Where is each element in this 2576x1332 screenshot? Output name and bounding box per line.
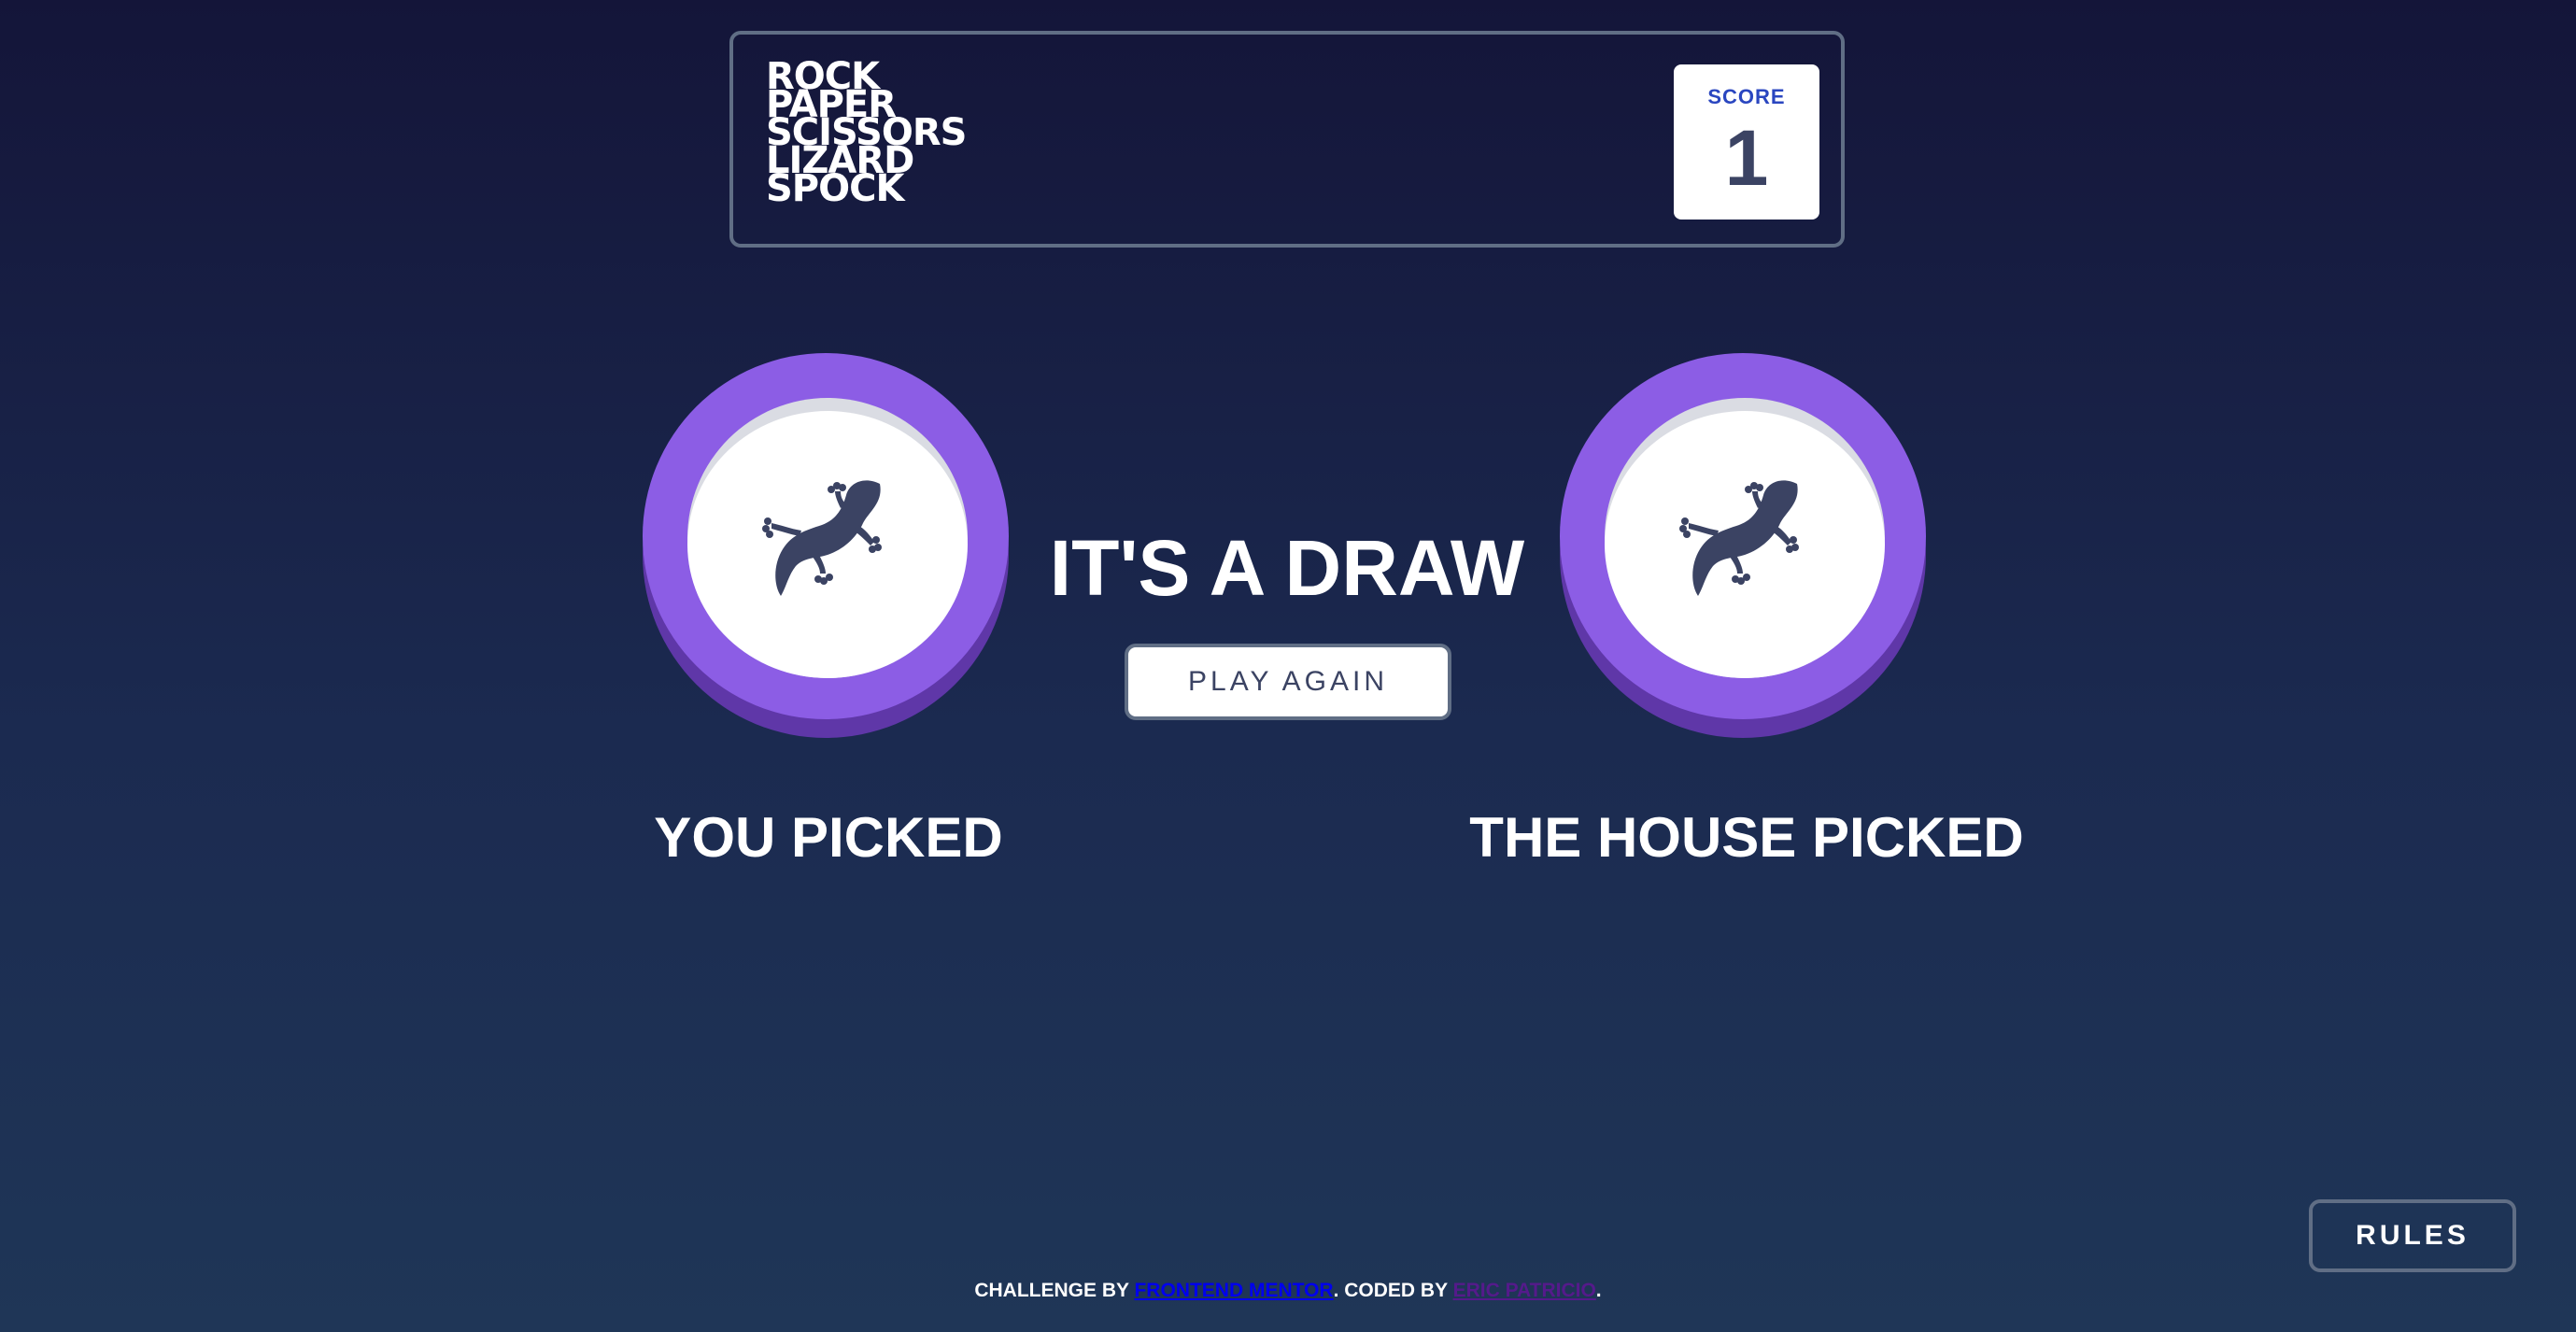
footer-suffix: . — [1595, 1280, 1602, 1301]
header: ROCK PAPER SCISSORS LIZARD SPOCK SCORE 1 — [729, 31, 1845, 248]
frontend-mentor-link[interactable]: FRONTEND MENTOR — [1134, 1280, 1333, 1301]
score-value: 1 — [1724, 114, 1769, 202]
player-choice-token — [643, 353, 1009, 738]
footer-middle: . CODED BY — [1333, 1280, 1453, 1301]
score-box: SCORE 1 — [1674, 64, 1819, 220]
house-picked-label: THE HOUSE PICKED — [1469, 806, 2024, 869]
lizard-icon — [760, 471, 891, 602]
score-label: SCORE — [1707, 85, 1786, 108]
lizard-icon — [1677, 471, 1808, 602]
you-picked-label: YOU PICKED — [654, 806, 1003, 869]
house-choice-token — [1560, 353, 1926, 738]
result-text: IT'S A DRAW — [1049, 524, 1525, 612]
play-again-button[interactable]: PLAY AGAIN — [1125, 644, 1451, 720]
rules-button[interactable]: RULES — [2309, 1199, 2516, 1272]
footer-attribution: CHALLENGE BY FRONTEND MENTOR. CODED BY E… — [0, 1280, 2576, 1302]
footer-prefix: CHALLENGE BY — [974, 1280, 1135, 1301]
logo-line-spock: SPOCK — [766, 167, 904, 210]
logo: ROCK PAPER SCISSORS LIZARD SPOCK — [766, 58, 967, 210]
author-link[interactable]: ERIC PATRICIO — [1453, 1280, 1596, 1301]
